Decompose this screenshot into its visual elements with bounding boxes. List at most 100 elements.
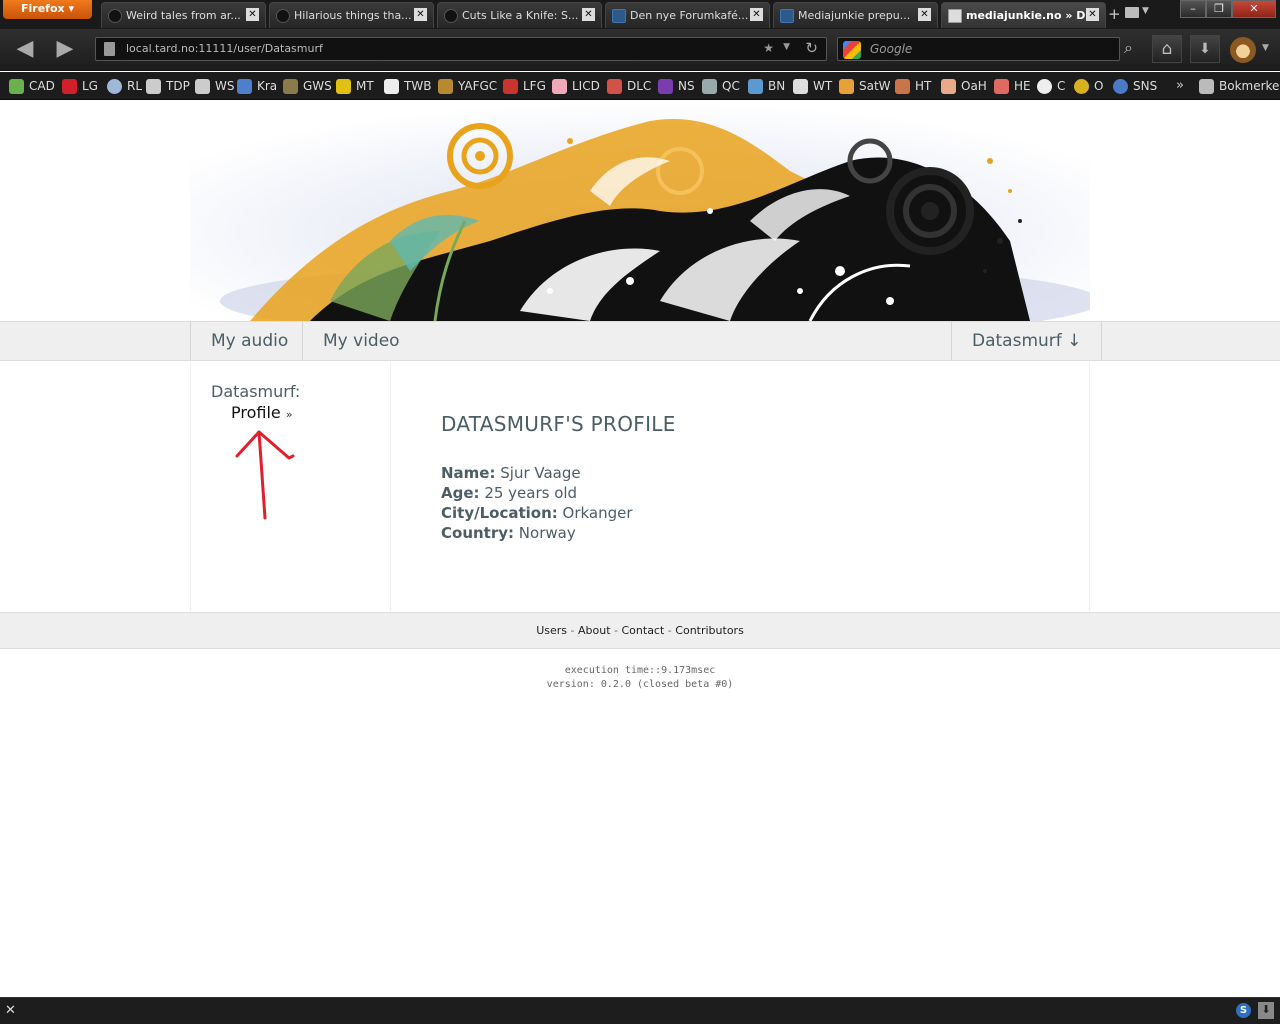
footer-link-contact[interactable]: Contact (622, 624, 665, 637)
more-bookmarks-icon[interactable]: » (1176, 78, 1184, 93)
red-annotation-arrow (235, 430, 295, 520)
restore-icon[interactable]: ❐ (1206, 0, 1232, 18)
bookmarks-menu[interactable]: Bokmerker (1199, 79, 1280, 94)
floral-banner-graphic (190, 101, 1090, 321)
page-meta: execution time::9.173msec version: 0.2.0… (0, 664, 1280, 692)
bookmark-favicon-icon (237, 79, 252, 94)
profile-country-value: Norway (518, 524, 576, 542)
footer-link-about[interactable]: About (578, 624, 611, 637)
close-tab-icon[interactable]: ✕ (750, 8, 763, 21)
skull-icon (1037, 79, 1052, 94)
window-close-icon[interactable]: ✕ (1232, 0, 1276, 18)
bookmark-item[interactable]: LFG (503, 79, 546, 94)
bookmark-item[interactable]: O (1074, 79, 1103, 94)
bookmark-item[interactable]: LICD (552, 79, 600, 94)
status-bar: ✕ S ⬇ (0, 997, 1280, 1024)
home-icon[interactable]: ⌂ (1152, 35, 1182, 63)
bookmark-favicon-icon (994, 79, 1009, 94)
reload-icon[interactable]: ↻ (805, 39, 818, 57)
bookmark-item[interactable]: SatW (839, 79, 891, 94)
window-controls: – ❐ ✕ (1180, 0, 1276, 19)
forward-arrow-icon[interactable]: ▶ (50, 37, 80, 63)
close-tab-icon[interactable]: ✕ (918, 8, 931, 21)
browser-tab[interactable]: Den nye Forumkafé... ✕ (605, 2, 770, 28)
close-tab-icon[interactable]: ✕ (246, 8, 259, 21)
downloads-icon[interactable]: ⬇ (1190, 35, 1220, 63)
back-arrow-icon[interactable]: ◀ (10, 37, 40, 63)
close-tab-icon[interactable]: ✕ (582, 8, 595, 21)
bookmark-item[interactable]: OaH (941, 79, 987, 94)
bookmark-item[interactable]: C (1037, 79, 1065, 94)
sidebar-profile-link[interactable]: Profile » (231, 403, 293, 422)
tab-bar: Firefox ▾ Weird tales from ar... ✕ Hilar… (0, 0, 1280, 29)
bookmark-item[interactable]: YAFGC (438, 79, 497, 94)
site-favicon-icon (444, 9, 458, 23)
tab-groups-icon[interactable] (1125, 7, 1139, 18)
chevron-down-icon[interactable]: ▼ (1262, 43, 1269, 53)
download-status-icon[interactable]: ⬇ (1258, 1002, 1274, 1019)
bookmark-star-icon[interactable]: ★ (763, 41, 774, 55)
browser-tab[interactable]: Mediajunkie prepu... ✕ (773, 2, 938, 28)
chevron-down-icon[interactable]: ▼ (1142, 6, 1149, 16)
bookmark-item[interactable]: HE (994, 79, 1031, 94)
bookmark-item[interactable]: LG (62, 79, 98, 94)
browser-tab[interactable]: Hilarious things tha... ✕ (269, 2, 434, 28)
header-banner-image (190, 101, 1090, 321)
content-area: Datasmurf: Profile » DATASMURF'S PROFILE… (190, 361, 1090, 611)
browser-tab[interactable]: Weird tales from ar... ✕ (101, 2, 266, 28)
url-text: local.tard.no:11111/user/Datasmurf (126, 42, 323, 55)
bookmark-item[interactable]: SNS (1113, 79, 1157, 94)
bookmark-favicon-icon (9, 79, 24, 94)
bookmark-item[interactable]: DLC (607, 79, 651, 94)
address-bar[interactable]: local.tard.no:11111/user/Datasmurf ★ ▼ ↻ (95, 37, 827, 61)
bookmark-item[interactable]: TDP (146, 79, 190, 94)
footer-link-contributors[interactable]: Contributors (675, 624, 744, 637)
tab-title: mediajunkie.no » D... (966, 9, 1098, 22)
bookmark-item[interactable]: Kra (237, 79, 277, 94)
bookmarks-menu-icon (1199, 79, 1214, 94)
browser-tab[interactable]: Cuts Like a Knife: S... ✕ (437, 2, 602, 28)
profile-city-value: Orkanger (562, 504, 633, 522)
user-menu-dropdown[interactable]: Datasmurf ↓ (951, 322, 1103, 360)
bookmark-item[interactable]: GWS (283, 79, 332, 94)
page-favicon-icon (948, 9, 962, 23)
tab-title: Den nye Forumkafé... (630, 9, 749, 22)
bookmark-item[interactable]: BN (748, 79, 785, 94)
search-icon[interactable]: ⌕ (1124, 38, 1133, 58)
bookmark-item[interactable]: HT (895, 79, 931, 94)
search-placeholder: Google (870, 42, 913, 56)
sidebar-username: Datasmurf: (211, 382, 301, 401)
menu-my-video[interactable]: My video (302, 322, 420, 360)
bookmark-item[interactable]: WT (793, 79, 832, 94)
close-tab-icon[interactable]: ✕ (414, 8, 427, 21)
site-favicon-icon (612, 9, 626, 23)
skype-icon[interactable]: S (1236, 1003, 1251, 1018)
version-info: version: 0.2.0 (closed beta #0) (546, 679, 734, 690)
profile-info: Name: Sjur Vaage Age: 25 years old City/… (441, 463, 633, 543)
page-icon (104, 42, 115, 56)
google-icon[interactable] (843, 41, 861, 59)
bookmark-favicon-icon (607, 79, 622, 94)
bookmark-item[interactable]: QC (702, 79, 740, 94)
execution-time: execution time::9.173msec (564, 665, 716, 676)
browser-tab-active[interactable]: mediajunkie.no » D... ✕ (941, 2, 1106, 28)
close-addon-bar-icon[interactable]: ✕ (5, 1003, 16, 1018)
menu-my-audio[interactable]: My audio (190, 322, 308, 360)
minimize-icon[interactable]: – (1180, 0, 1206, 18)
close-tab-icon[interactable]: ✕ (1086, 8, 1099, 21)
new-tab-icon[interactable]: + (1108, 5, 1121, 23)
firefox-menu-button[interactable]: Firefox ▾ (3, 0, 92, 19)
bookmark-favicon-icon (384, 79, 399, 94)
bookmark-item[interactable]: CAD (9, 79, 55, 94)
profile-name-value: Sjur Vaage (500, 464, 581, 482)
profile-name-row: Name: Sjur Vaage (441, 464, 581, 482)
history-dropdown-icon[interactable]: ▼ (783, 42, 790, 52)
bookmark-item[interactable]: RL (107, 79, 142, 94)
search-input[interactable]: Google (837, 37, 1120, 61)
greasemonkey-icon[interactable] (1230, 37, 1256, 63)
footer-link-users[interactable]: Users (536, 624, 567, 637)
bookmark-item[interactable]: TWB (384, 79, 431, 94)
bookmark-item[interactable]: NS (658, 79, 695, 94)
bookmark-item[interactable]: WS (195, 79, 234, 94)
bookmark-item[interactable]: MT (336, 79, 374, 94)
